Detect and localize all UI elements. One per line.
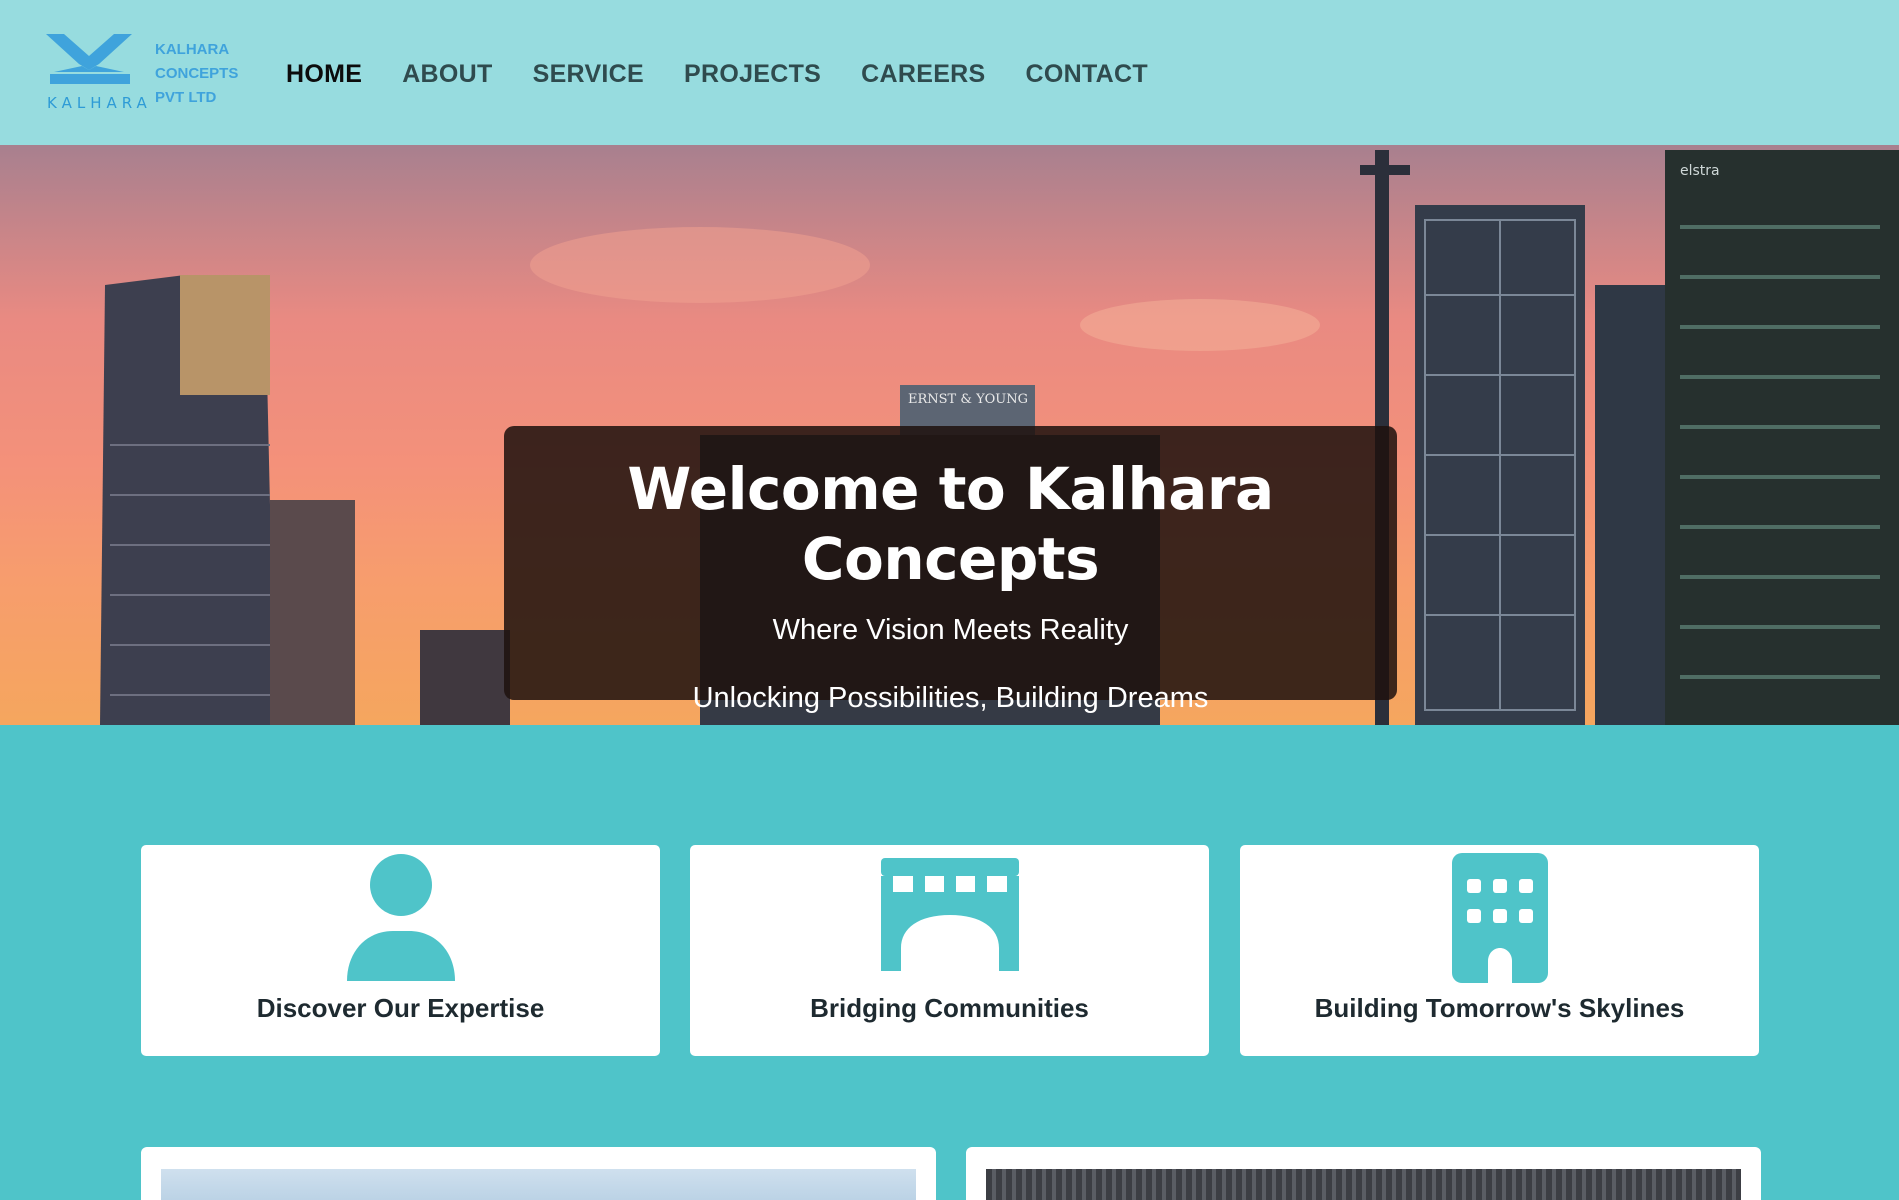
- logo-wordmark: KALHARA: [47, 94, 152, 112]
- company-line: PVT LTD: [155, 89, 217, 106]
- feature-label: Building Tomorrow's Skylines: [1314, 993, 1685, 1023]
- hero-subtitle: Unlocking Possibilities, Building Dreams: [692, 682, 1209, 714]
- hero-tagline: Where Vision Meets Reality: [772, 614, 1129, 646]
- hero-overlay: Welcome to Kalhara Concepts Where Vision…: [504, 426, 1397, 714]
- nav-careers[interactable]: CAREERS: [861, 56, 985, 92]
- kalhara-x-mark-icon: [46, 34, 132, 84]
- site-header: KALHARA KALHARA CONCEPTS PVT LTD HOME AB…: [0, 0, 1899, 145]
- feature-label: Discover Our Expertise: [256, 993, 545, 1023]
- company-line: KALHARA: [155, 41, 230, 58]
- company-line: CONCEPTS: [155, 65, 239, 82]
- nav-home[interactable]: HOME: [286, 56, 362, 92]
- person-icon: [346, 854, 455, 981]
- company-name: KALHARA CONCEPTS PVT LTD: [155, 38, 238, 110]
- hero-title: Welcome to Kalhara Concepts: [627, 455, 1274, 593]
- bridge-icon: [880, 858, 1019, 971]
- project-card[interactable]: [141, 1147, 936, 1200]
- main-nav: HOME ABOUT SERVICE PROJECTS CAREERS CONT…: [286, 56, 1188, 92]
- project-card[interactable]: [966, 1147, 1761, 1200]
- feature-label: Bridging Communities: [810, 993, 1089, 1023]
- nav-service[interactable]: SERVICE: [533, 56, 644, 92]
- brand-logo[interactable]: KALHARA KALHARA CONCEPTS PVT LTD: [44, 30, 244, 120]
- project-image: [161, 1169, 916, 1200]
- project-image: [986, 1169, 1741, 1200]
- building-icon: [1451, 853, 1548, 983]
- nav-about[interactable]: ABOUT: [402, 56, 492, 92]
- feature-card-skyline[interactable]: Building Tomorrow's Skylines: [1240, 845, 1759, 1056]
- hero-banner: ERNST & YOUNG elstra Welcome to Kalhara …: [0, 145, 1899, 725]
- feature-card-expertise[interactable]: Discover Our Expertise: [141, 845, 660, 1056]
- feature-card-bridge[interactable]: Bridging Communities: [690, 845, 1209, 1056]
- nav-contact[interactable]: CONTACT: [1026, 56, 1148, 92]
- sign-text-2: elstra: [1680, 163, 1720, 179]
- nav-projects[interactable]: PROJECTS: [684, 56, 821, 92]
- sign-text: ERNST & YOUNG: [908, 392, 1028, 407]
